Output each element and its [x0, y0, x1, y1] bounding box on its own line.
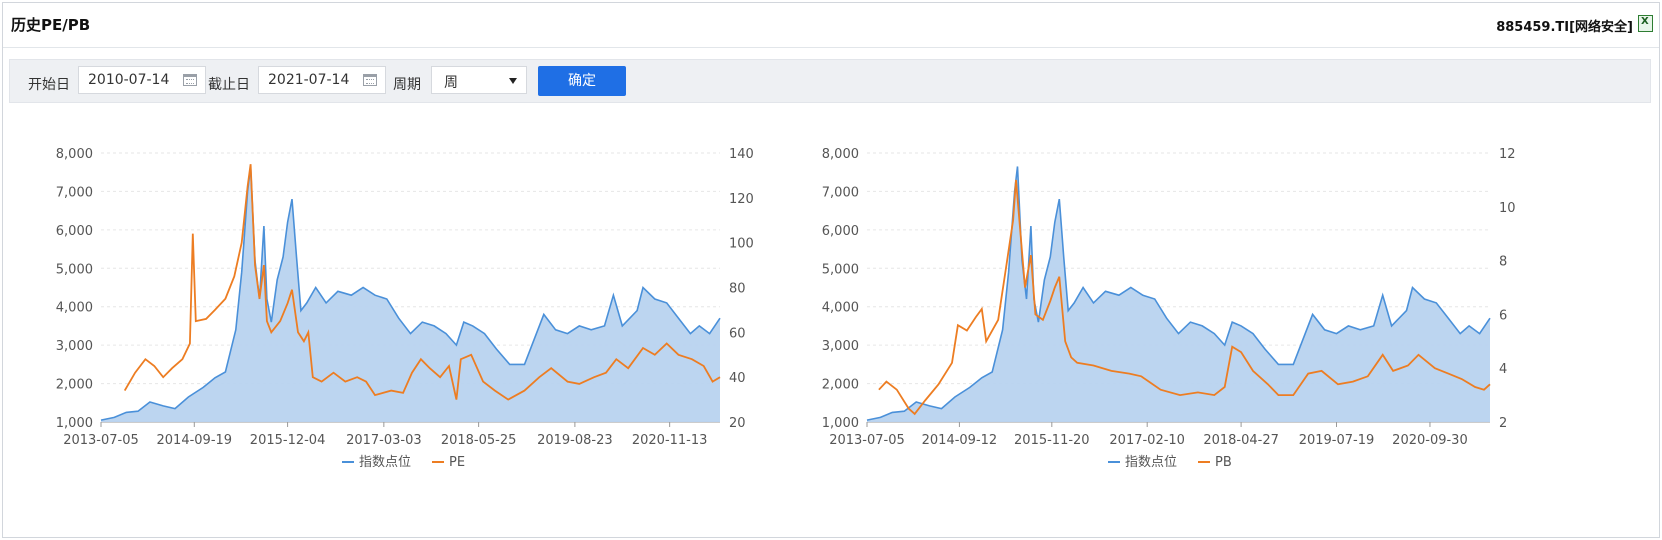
- y-right-tick-label: 4: [1499, 362, 1507, 377]
- y-left-tick-label: 6,000: [56, 224, 93, 239]
- y-right-tick-label: 10: [1499, 201, 1516, 216]
- x-tick-label: 2013-07-05: [829, 433, 905, 448]
- y-right-tick-label: 80: [729, 282, 746, 297]
- legend-label-ratio: PB: [1215, 455, 1232, 470]
- y-left-tick-label: 5,000: [822, 262, 859, 277]
- x-tick-label: 2020-09-30: [1392, 433, 1468, 448]
- x-tick-label: 2014-09-19: [157, 433, 233, 448]
- y-left-tick-label: 1,000: [56, 416, 93, 431]
- y-left-tick-label: 7,000: [56, 185, 93, 200]
- legend-label-index: 指数点位: [1125, 455, 1177, 470]
- x-tick-label: 2014-09-12: [922, 433, 998, 448]
- x-tick-label: 2018-04-27: [1203, 433, 1279, 448]
- y-right-tick-label: 60: [729, 326, 746, 341]
- x-tick-label: 2019-08-23: [537, 433, 613, 448]
- x-tick-label: 2015-12-04: [250, 433, 326, 448]
- y-left-tick-label: 6,000: [822, 224, 859, 239]
- legend-label-index: 指数点位: [359, 455, 411, 470]
- y-right-tick-label: 100: [729, 237, 754, 252]
- y-right-tick-label: 12: [1499, 147, 1516, 162]
- y-left-tick-label: 5,000: [56, 262, 93, 277]
- x-tick-label: 2015-11-20: [1014, 433, 1090, 448]
- y-right-tick-label: 140: [729, 147, 754, 162]
- y-right-tick-label: 120: [729, 192, 754, 207]
- x-tick-label: 2020-11-13: [632, 433, 708, 448]
- legend-label-ratio: PE: [449, 455, 465, 470]
- y-right-tick-label: 2: [1499, 416, 1507, 431]
- x-tick-label: 2013-07-05: [63, 433, 139, 448]
- x-tick-label: 2019-07-19: [1299, 433, 1375, 448]
- y-right-tick-label: 6: [1499, 308, 1507, 323]
- y-left-tick-label: 7,000: [822, 185, 859, 200]
- x-tick-label: 2017-02-10: [1109, 433, 1185, 448]
- y-left-tick-label: 2,000: [56, 378, 93, 393]
- y-right-tick-label: 20: [729, 416, 746, 431]
- y-left-tick-label: 8,000: [56, 147, 93, 162]
- x-tick-label: 2018-05-25: [441, 433, 517, 448]
- y-left-tick-label: 1,000: [822, 416, 859, 431]
- y-left-tick-label: 3,000: [822, 339, 859, 354]
- y-left-tick-label: 4,000: [56, 301, 93, 316]
- y-right-tick-label: 8: [1499, 255, 1507, 270]
- y-left-tick-label: 4,000: [822, 301, 859, 316]
- charts-canvas: 1,000 2,000 3,000 4,000 5,000 6,000 7,000 8,000…: [56, 147, 1516, 470]
- y-left-tick-label: 3,000: [56, 339, 93, 354]
- index-area-fill: [867, 166, 1490, 422]
- x-tick-label: 2017-03-03: [346, 433, 422, 448]
- y-left-tick-label: 2,000: [822, 378, 859, 393]
- y-right-tick-label: 40: [729, 371, 746, 386]
- y-left-tick-label: 8,000: [822, 147, 859, 162]
